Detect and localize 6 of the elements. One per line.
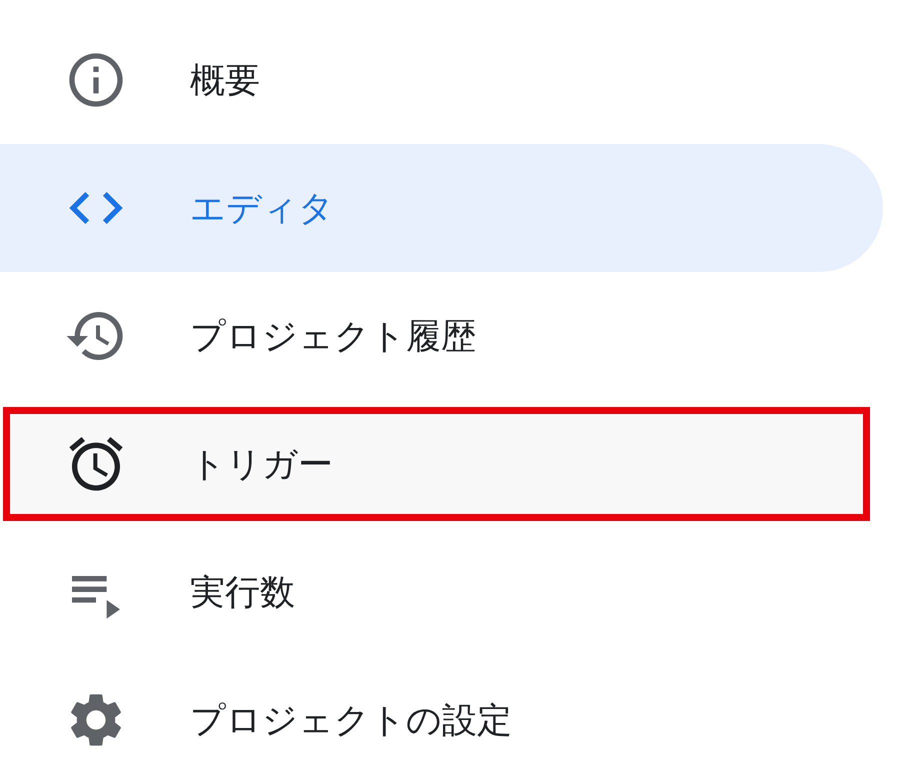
nav-item[interactable]: エディタ (0, 144, 883, 272)
nav-item[interactable]: プロジェクト履歴 (0, 272, 883, 400)
nav-item[interactable]: 実行数 (0, 528, 883, 656)
nav-item[interactable]: 概要 (0, 16, 883, 144)
nav-item[interactable]: プロジェクトの設定 (0, 656, 883, 783)
nav-item[interactable]: トリガー (3, 407, 870, 521)
